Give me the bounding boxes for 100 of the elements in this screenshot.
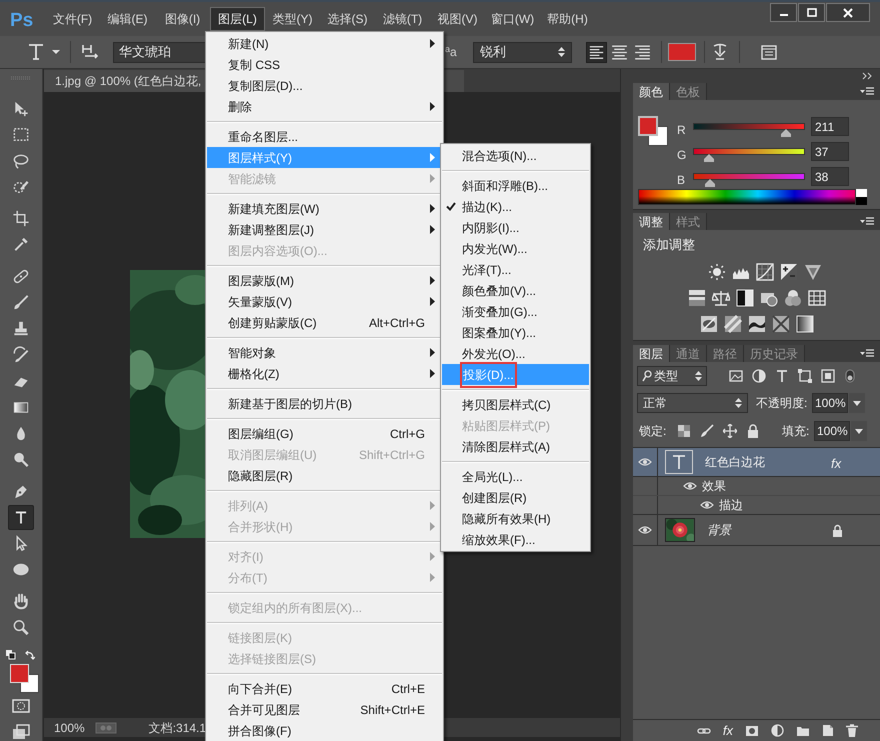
blend-mode-dropdown[interactable]: 正常: [637, 393, 748, 413]
lock-icon[interactable]: [832, 524, 843, 537]
menu-item[interactable]: 合并可见图层 Shift+Ctrl+E: [207, 699, 442, 720]
menu-item[interactable]: 清除图层样式(A): [442, 436, 589, 457]
type-thumbnail[interactable]: [665, 450, 693, 474]
menu-item[interactable]: 内发光(W)...: [442, 238, 589, 259]
opacity-field[interactable]: 100%: [812, 393, 848, 413]
type-tool-icon[interactable]: [8, 504, 34, 530]
menu-item[interactable]: 图层蒙版(M): [207, 270, 442, 291]
channel-slider[interactable]: [693, 173, 805, 188]
menu-item[interactable]: 创建剪贴蒙版(C) Alt+Ctrl+G: [207, 312, 442, 333]
menu-item[interactable]: 向下合并(E) Ctrl+E: [207, 678, 442, 699]
channel-slider[interactable]: [693, 148, 805, 163]
layer-filter-dropdown[interactable]: 类型: [637, 366, 707, 386]
default-color-swatch[interactable]: [856, 189, 867, 205]
x-square-icon[interactable]: [772, 314, 790, 332]
menu-item[interactable]: 智能对象: [207, 342, 442, 363]
quick-mask-icon[interactable]: [11, 698, 31, 714]
menu-item[interactable]: 图层编组(G) Ctrl+G: [207, 423, 442, 444]
menu-item[interactable]: 新建填充图层(W): [207, 198, 442, 219]
half-square-icon[interactable]: [736, 288, 754, 306]
gradient-square-icon[interactable]: [796, 314, 814, 332]
channel-slider[interactable]: [693, 123, 805, 138]
channel-value-field[interactable]: 37: [811, 142, 849, 161]
menu-item[interactable]: 图像(I): [155, 7, 210, 31]
menu-item[interactable]: 栅格化(Z): [207, 363, 442, 384]
new-layer-icon[interactable]: [822, 724, 834, 737]
half-circle-icon[interactable]: [771, 724, 784, 737]
diagonal-stripes-icon[interactable]: [724, 314, 742, 332]
fill-field[interactable]: 100%: [814, 421, 850, 441]
trash-icon[interactable]: [846, 724, 858, 737]
dropdown-caret-icon[interactable]: [849, 393, 865, 413]
image-filter-icon[interactable]: [729, 369, 743, 383]
effects-badge[interactable]: fx: [831, 454, 842, 474]
minimize-button[interactable]: [770, 3, 797, 22]
grid-icon[interactable]: [808, 288, 826, 306]
wave-icon[interactable]: [748, 314, 766, 332]
bars-icon[interactable]: [688, 288, 706, 306]
layer-row[interactable]: 红色白边花 fx: [633, 448, 880, 477]
effect-name[interactable]: 描边: [719, 496, 743, 514]
menu-item[interactable]: 矢量蒙版(V): [207, 291, 442, 312]
menu-item[interactable]: 类型(Y): [265, 7, 320, 31]
panel-menu-icon[interactable]: [860, 87, 874, 97]
text-color-swatch[interactable]: [668, 43, 696, 61]
warp-text-icon[interactable]: [711, 42, 729, 62]
menu-item[interactable]: 拼合图像(F): [207, 720, 442, 741]
eye-icon[interactable]: [700, 500, 714, 510]
add-style-button[interactable]: fx: [722, 724, 733, 737]
shape-filter-icon[interactable]: [798, 369, 812, 383]
color-swatches-icon[interactable]: [10, 664, 39, 694]
color-spectrum[interactable]: [638, 189, 856, 205]
menu-item[interactable]: 斜面和浮雕(B)...: [442, 175, 589, 196]
menu-item[interactable]: 缩放效果(F)...: [442, 529, 589, 550]
eye-icon[interactable]: [638, 525, 652, 535]
panel-tab[interactable]: 颜色: [633, 83, 670, 100]
menu-item[interactable]: 光泽(T)...: [442, 259, 589, 280]
panels-icon[interactable]: [760, 43, 778, 61]
menu-item[interactable]: 滤镜(T): [375, 7, 430, 31]
menu-item[interactable]: 颜色叠加(V)...: [442, 280, 589, 301]
filter-toggle-icon[interactable]: [845, 369, 855, 383]
menu-item[interactable]: 编辑(E): [100, 7, 155, 31]
channel-value-field[interactable]: 211: [811, 117, 849, 136]
menu-item[interactable]: 渐变叠加(G)...: [442, 301, 589, 322]
menu-item[interactable]: 新建基于图层的切片(B): [207, 393, 442, 414]
menu-item[interactable]: 隐藏图层(R): [207, 465, 442, 486]
layer-name[interactable]: 背景: [707, 521, 731, 539]
layer-name[interactable]: 红色白边花: [705, 453, 765, 471]
color-swatches-icon[interactable]: [638, 116, 668, 146]
menu-item[interactable]: 图层(L): [210, 7, 265, 31]
eye-icon[interactable]: [683, 481, 697, 491]
close-button[interactable]: [826, 3, 870, 22]
menu-item[interactable]: 描边(K)...: [442, 196, 589, 217]
type-tool-icon[interactable]: [26, 42, 46, 62]
eye-icon[interactable]: [638, 457, 652, 467]
maximize-button[interactable]: [798, 3, 825, 22]
menu-item[interactable]: 隐藏所有效果(H): [442, 508, 589, 529]
channel-value-field[interactable]: 38: [811, 167, 849, 186]
move-lock-icon[interactable]: [723, 424, 737, 438]
zoom-level[interactable]: 100%: [54, 718, 85, 736]
menu-item[interactable]: 删除: [207, 96, 442, 117]
menu-item[interactable]: 创建图层(R): [442, 487, 589, 508]
align-left-icon[interactable]: [586, 42, 607, 62]
mask-icon[interactable]: [745, 724, 759, 736]
folder-icon[interactable]: [796, 724, 810, 736]
menu-item[interactable]: 外发光(O)...: [442, 343, 589, 364]
sun-icon[interactable]: [708, 262, 726, 280]
lock-icon[interactable]: [746, 424, 760, 438]
antialias-dropdown[interactable]: 锐利: [473, 42, 572, 62]
collapse-icon[interactable]: [862, 72, 874, 80]
menu-item[interactable]: 新建调整图层(J): [207, 219, 442, 240]
caret-icon[interactable]: [52, 49, 60, 55]
swap-colors-icon[interactable]: [25, 650, 35, 660]
status-icon[interactable]: [94, 722, 117, 734]
panel-tab[interactable]: 图层: [633, 345, 670, 362]
slashed-square-icon[interactable]: [700, 314, 718, 332]
half-circle-icon[interactable]: [752, 369, 766, 383]
default-colors-icon[interactable]: [6, 650, 16, 660]
menu-item[interactable]: 混合选项(N)...: [442, 145, 589, 166]
screen-mode-icon[interactable]: [11, 722, 31, 741]
effects-label[interactable]: 效果: [702, 477, 726, 495]
